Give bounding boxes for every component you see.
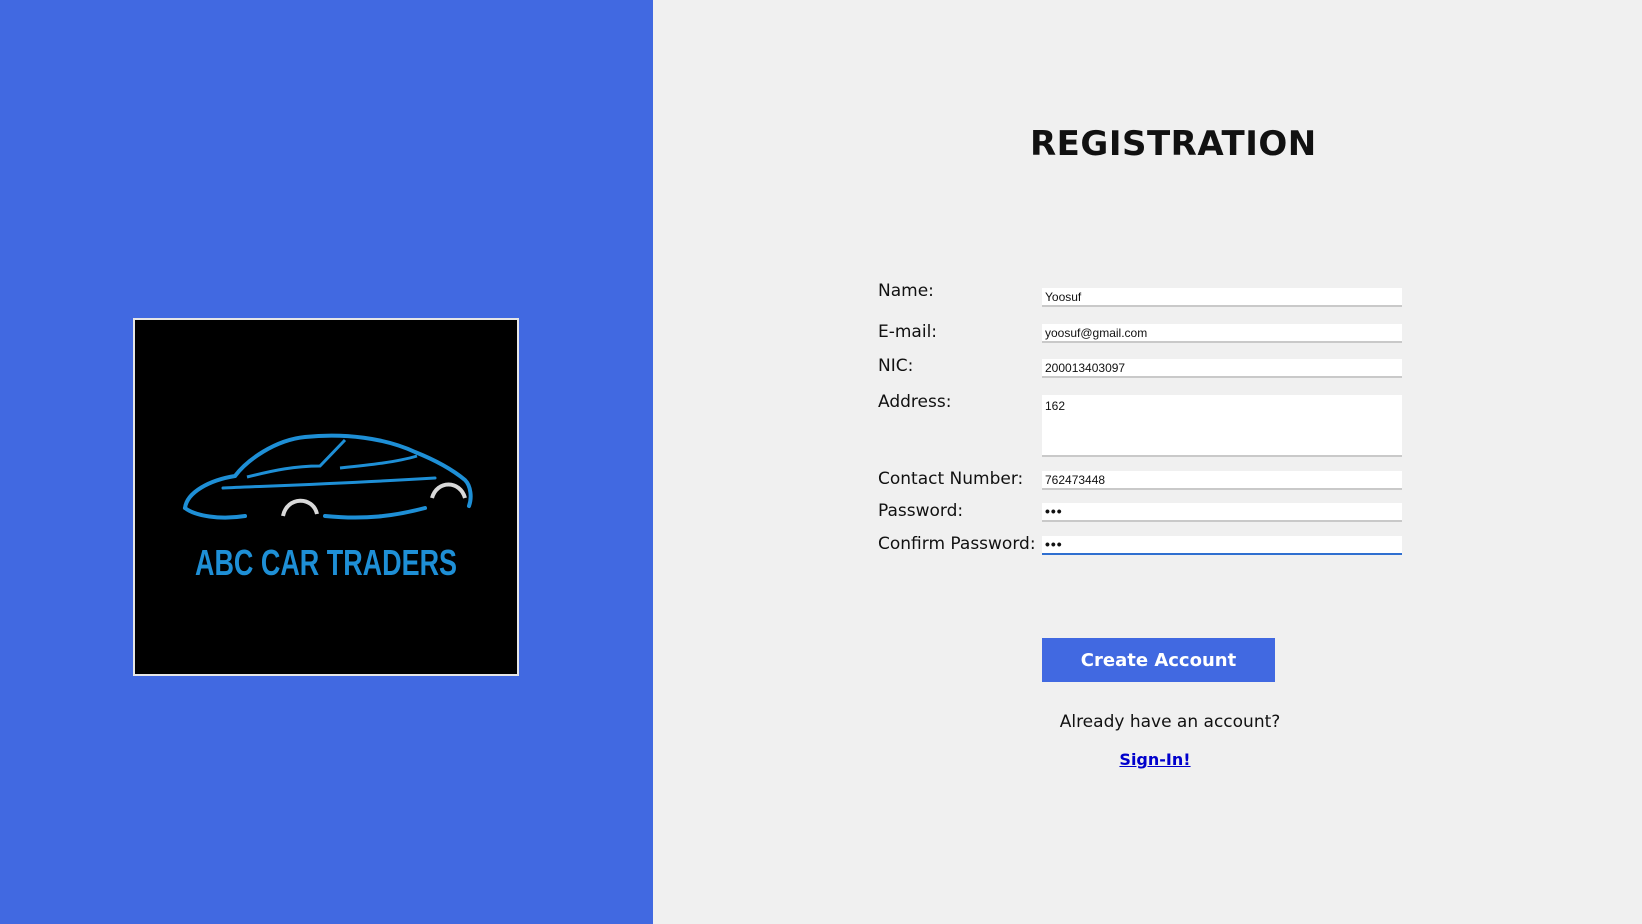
branding-panel: ABC CAR TRADERS (0, 0, 653, 924)
email-label: E-mail: (878, 322, 938, 342)
contact-number-field[interactable]: 762473448 (1042, 471, 1402, 490)
password-field[interactable]: ••• (1042, 503, 1402, 522)
name-label: Name: (878, 281, 934, 301)
page-title: REGISTRATION (1030, 124, 1317, 164)
name-field[interactable]: Yoosuf (1042, 288, 1402, 307)
signin-prompt: Already have an account? (1059, 712, 1281, 732)
logo-text: ABC CAR TRADERS (195, 542, 457, 583)
signin-link[interactable]: Sign-In! (1060, 750, 1250, 769)
email-field[interactable]: yoosuf@gmail.com (1042, 324, 1402, 343)
contact-number-label: Contact Number: (878, 469, 1024, 489)
create-account-button[interactable]: Create Account (1042, 638, 1275, 682)
confirm-password-field[interactable]: ••• (1042, 536, 1402, 555)
company-logo: ABC CAR TRADERS (133, 318, 519, 676)
confirm-password-label: Confirm Password: (878, 534, 1036, 554)
address-label: Address: (878, 392, 952, 412)
nic-field[interactable]: 200013403097 (1042, 359, 1402, 378)
nic-label: NIC: (878, 356, 914, 376)
address-field[interactable]: 162 (1042, 395, 1402, 457)
car-logo-icon: ABC CAR TRADERS (183, 433, 473, 583)
password-label: Password: (878, 501, 964, 521)
